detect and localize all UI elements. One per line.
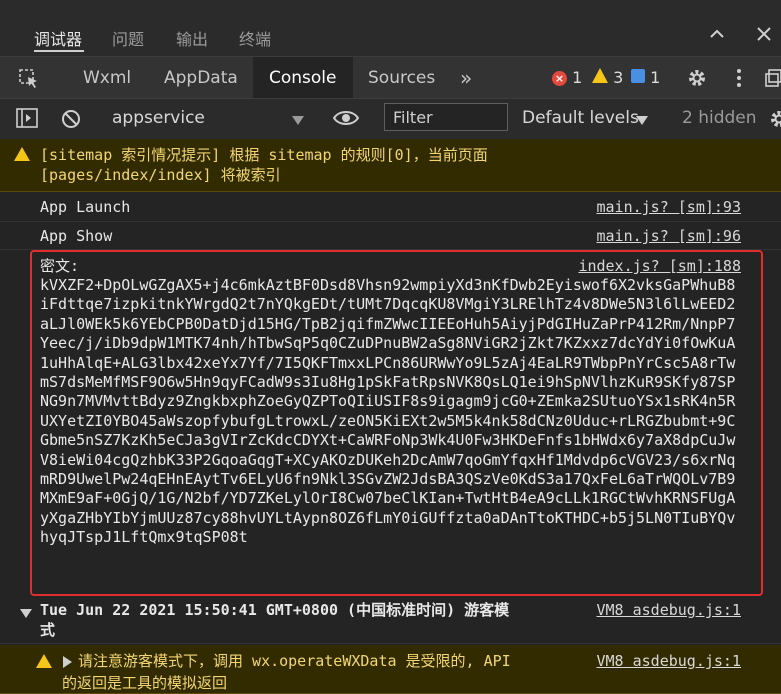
panel-tab-bar: 调试器 问题 输出 终端 — [0, 0, 781, 56]
inspect-element-icon[interactable] — [18, 68, 40, 94]
console-toolbar: appservice Default levels 2 hidden — [0, 98, 781, 140]
tab-debugger[interactable]: 调试器 — [34, 26, 82, 50]
warning-icon — [14, 147, 30, 161]
source-link[interactable]: main.js? [sm]:93 — [597, 197, 742, 217]
levels-caret-icon[interactable] — [636, 114, 648, 130]
devtools-tab-bar: Wxml AppData Console Sources » × 1 3 1 — [0, 56, 781, 99]
tab-problems[interactable]: 问题 — [112, 26, 144, 50]
source-link[interactable]: index.js? [sm]:188 — [578, 256, 741, 276]
active-tab-indicator — [34, 50, 84, 52]
warning-icon — [592, 68, 608, 83]
warning-counter[interactable]: 3 — [592, 68, 623, 87]
console-settings-gear-icon[interactable] — [768, 108, 781, 134]
info-icon — [631, 69, 645, 83]
hidden-messages-count: 2 hidden — [682, 108, 757, 128]
caret-down-icon[interactable] — [292, 114, 304, 130]
tab-terminal[interactable]: 终端 — [239, 26, 271, 50]
filter-input[interactable] — [384, 103, 508, 131]
kebab-menu-icon[interactable] — [735, 67, 743, 93]
cipher-label: 密文: — [40, 257, 80, 275]
tab-output[interactable]: 输出 — [176, 26, 208, 50]
chevron-up-icon[interactable] — [707, 24, 727, 44]
info-counter[interactable]: 1 — [631, 68, 660, 87]
error-icon: × — [552, 71, 567, 86]
more-tabs-icon[interactable]: » — [460, 57, 472, 99]
sidebar-toggle-icon[interactable] — [16, 108, 38, 132]
tab-console[interactable]: Console — [253, 57, 353, 99]
context-selector[interactable]: appservice — [112, 108, 205, 128]
console-group-timestamp[interactable]: Tue Jun 22 2021 15:50:41 GMT+0800 (中国标准时… — [0, 598, 781, 644]
eye-icon[interactable] — [332, 109, 360, 131]
undock-icon[interactable] — [765, 68, 781, 92]
source-link[interactable]: main.js? [sm]:96 — [597, 226, 742, 246]
source-link[interactable]: VM8 asdebug.js:1 — [597, 600, 742, 620]
tab-appdata[interactable]: AppData — [164, 57, 238, 99]
triangle-down-icon[interactable] — [20, 604, 32, 624]
close-icon[interactable] — [754, 24, 774, 44]
sitemap-warning-message: [sitemap 索引情况提示] 根据 sitemap 的规则[0]，当前页面 … — [0, 139, 781, 192]
expand-triangle-icon[interactable] — [63, 653, 72, 673]
console-log-app-launch: App Launch main.js? [sm]:93 — [0, 192, 781, 222]
log-levels-dropdown[interactable]: Default levels — [522, 108, 639, 128]
guest-mode-warning-message: 请注意游客模式下，调用 wx.operateWXData 是受限的, API 的… — [0, 645, 781, 694]
gear-icon[interactable] — [686, 67, 708, 93]
error-counter[interactable]: × 1 — [552, 68, 582, 87]
clear-console-icon[interactable] — [60, 108, 82, 134]
tab-sources[interactable]: Sources — [368, 57, 435, 99]
tab-wxml[interactable]: Wxml — [83, 57, 131, 99]
cipher-text: kVXZF2+DpOLwGZgAX5+j4c6mkAztBF0Dsd8Vhsn9… — [40, 276, 736, 547]
source-link[interactable]: VM8 asdebug.js:1 — [597, 651, 742, 671]
warning-icon — [36, 654, 52, 668]
console-log-app-show: App Show main.js? [sm]:96 — [0, 222, 781, 250]
